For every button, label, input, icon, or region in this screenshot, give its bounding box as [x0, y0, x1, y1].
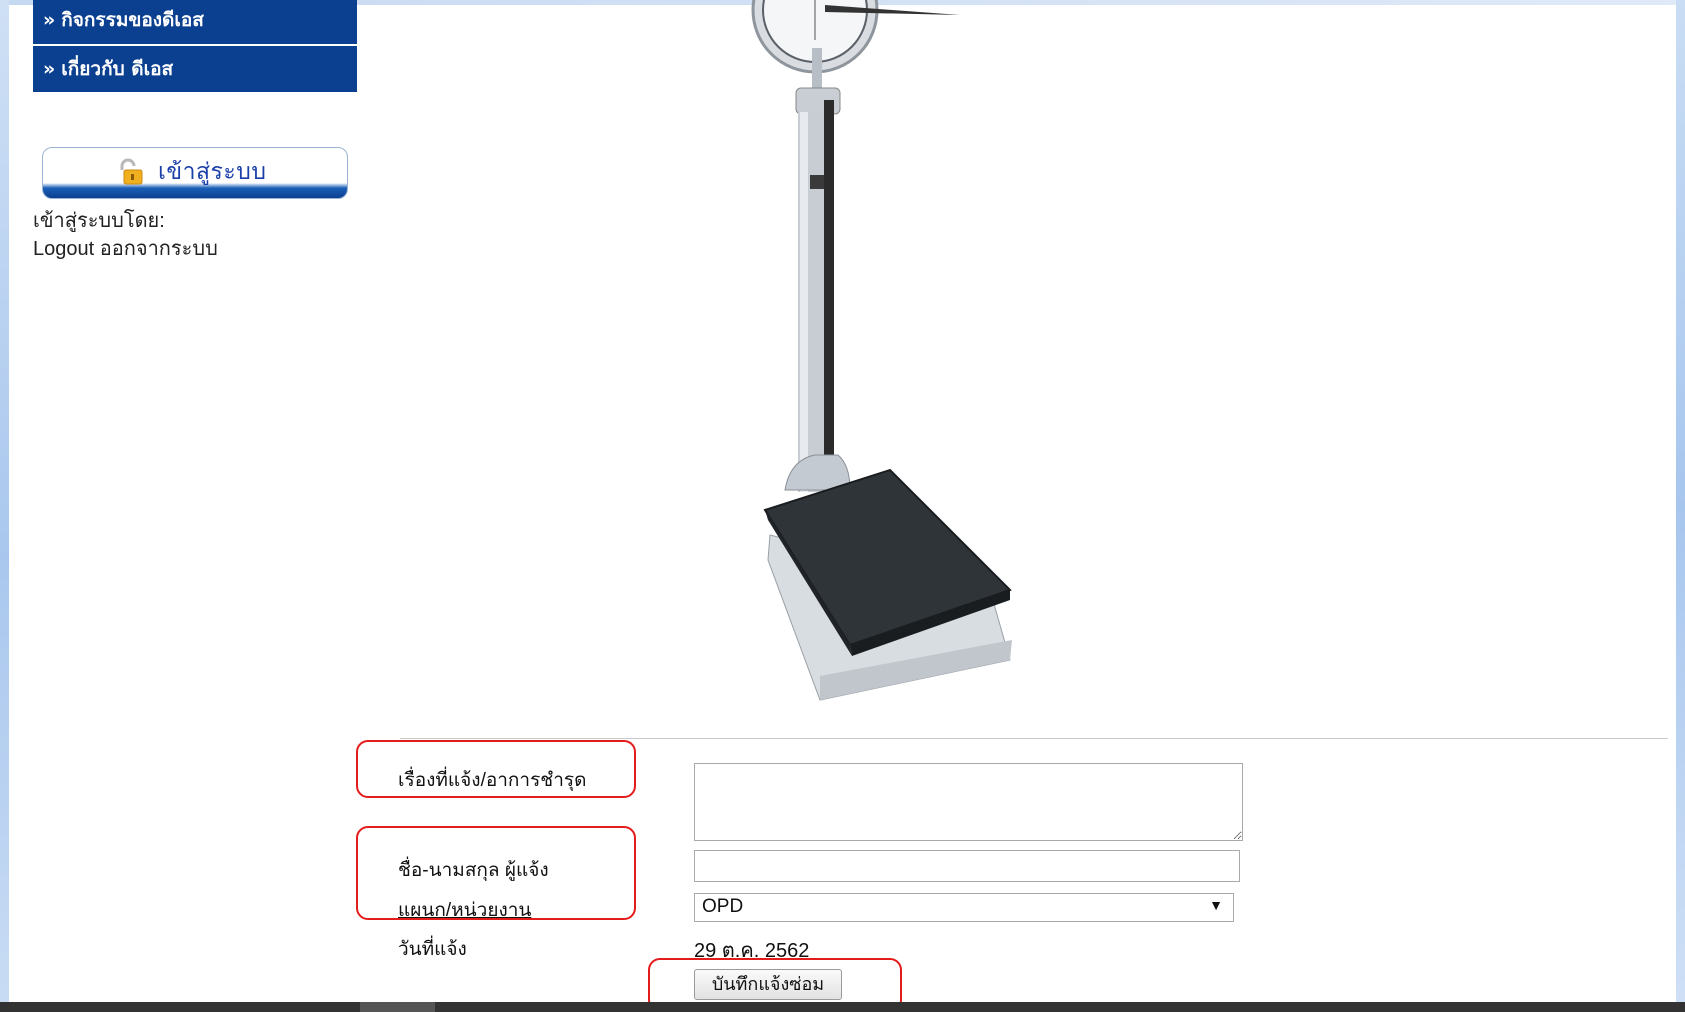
login-button[interactable]: เข้าสู่ระบบ	[42, 147, 348, 199]
padlock-icon	[120, 158, 143, 185]
page-frame-right	[1676, 0, 1685, 1012]
issue-textarea[interactable]	[694, 763, 1243, 841]
reporter-name-input[interactable]	[694, 850, 1240, 882]
double-chevron-right-icon: »	[43, 9, 56, 31]
sidebar-item-activities[interactable]: » กิจกรรมของดีเอส	[33, 0, 357, 44]
triangle-down-icon: ▼	[1209, 897, 1223, 913]
report-date-label: วันที่แจ้ง	[398, 939, 467, 960]
department-selected-value: OPD	[702, 896, 744, 917]
login-button-label: เข้าสู่ระบบ	[158, 159, 267, 185]
highlight-box-issue	[356, 740, 636, 798]
department-select[interactable]: OPD ▼	[694, 893, 1234, 922]
double-chevron-right-icon: »	[43, 58, 56, 80]
separator-line	[400, 738, 1668, 739]
page-frame-left	[0, 0, 9, 1012]
bottom-bar	[0, 1002, 1685, 1012]
sidebar-item-about[interactable]: » เกี่ยวกับ ดีเอส	[33, 46, 357, 92]
sidebar: » กิจกรรมของดีเอส » เกี่ยวกับ ดีเอส เข้าสู…	[33, 0, 357, 1002]
weighing-scale-image	[751, 0, 1012, 701]
bottom-bar-thumb	[360, 1002, 435, 1012]
sidebar-item-label: เกี่ยวกับ ดีเอส	[61, 58, 174, 80]
logout-link[interactable]: Logout ออกจากระบบ	[33, 232, 218, 264]
sidebar-item-label: กิจกรรมของดีเอส	[61, 9, 204, 31]
highlight-box-reporter	[356, 826, 636, 920]
